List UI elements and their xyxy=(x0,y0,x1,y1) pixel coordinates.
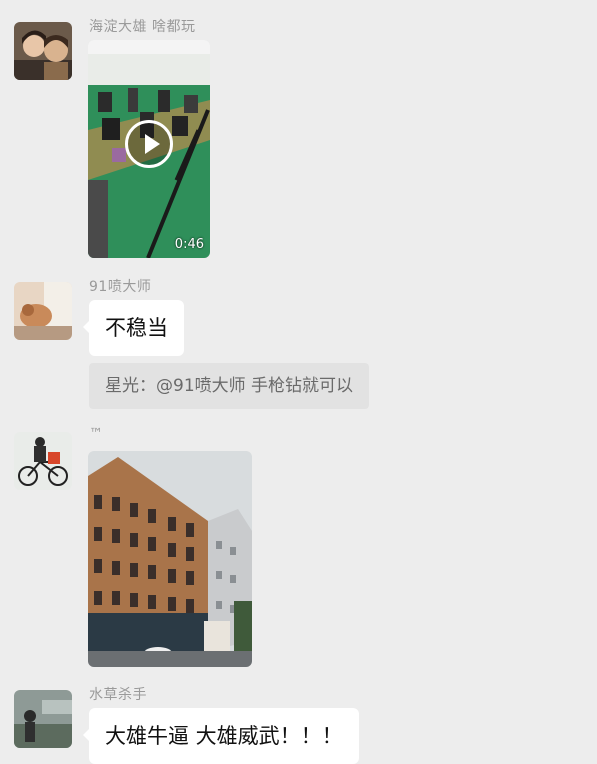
video-message[interactable]: 0:46 xyxy=(88,40,210,258)
image-message[interactable] xyxy=(88,451,252,667)
avatar-user-1[interactable] xyxy=(14,22,72,80)
text-message-bubble[interactable]: 大雄牛逼 大雄威武！！！ xyxy=(83,708,359,764)
text-message-bubble[interactable]: 不稳当 xyxy=(83,300,184,356)
sender-name: 水草杀手 xyxy=(89,687,147,703)
sender-name: ™ xyxy=(89,426,104,442)
quoted-reply[interactable]: 星光：@91喷大师 手枪钻就可以 xyxy=(89,363,370,409)
avatar-user-3[interactable] xyxy=(14,432,72,490)
avatar-user-4[interactable] xyxy=(14,690,72,748)
video-duration: 0:46 xyxy=(174,237,204,252)
avatar-user-2[interactable] xyxy=(14,282,72,340)
sender-name: 海淀大雄 啥都玩 xyxy=(89,19,196,35)
play-icon[interactable] xyxy=(125,120,173,168)
sender-name: 91喷大师 xyxy=(89,279,152,295)
